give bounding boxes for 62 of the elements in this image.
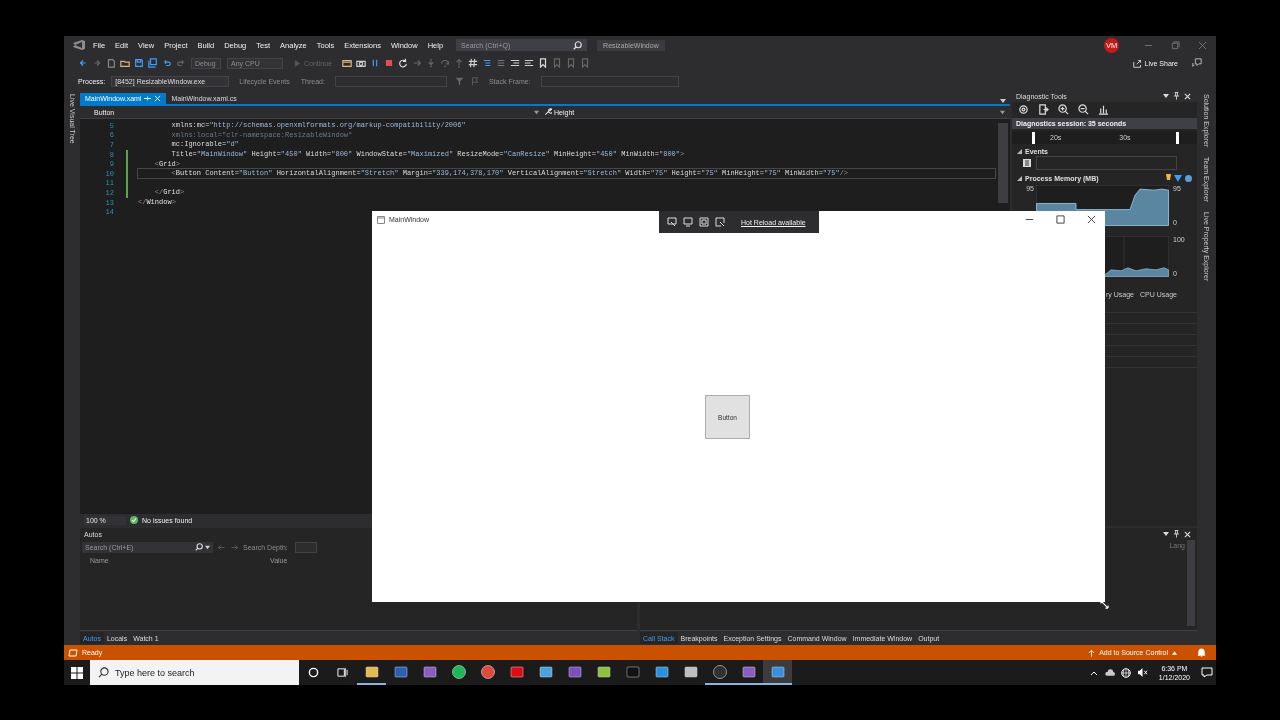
collapse-icon[interactable]	[1017, 149, 1022, 154]
pin-icon[interactable]	[1173, 530, 1180, 538]
cursor-icon[interactable]	[715, 217, 725, 227]
hash-icon[interactable]	[468, 58, 479, 68]
status-icon	[68, 648, 78, 657]
wrench-icon	[544, 108, 552, 116]
studio-logo-icon	[72, 39, 86, 51]
select-element-icon[interactable]	[667, 217, 677, 227]
caret-icon	[1172, 650, 1177, 655]
new-item-icon[interactable]	[106, 58, 116, 68]
close-icon[interactable]	[1087, 215, 1096, 224]
outdent-icon[interactable]	[524, 58, 535, 68]
save-icon[interactable]	[134, 58, 144, 68]
play-icon	[294, 59, 301, 67]
caret-icon[interactable]	[1163, 531, 1169, 537]
save-all-icon[interactable]	[148, 58, 158, 68]
undo-icon[interactable]	[162, 58, 172, 68]
filter-icon[interactable]	[454, 76, 464, 86]
indent-icon[interactable]	[510, 58, 521, 68]
windows-logo-icon[interactable]	[71, 666, 83, 679]
marker-icon	[1166, 174, 1171, 182]
restart-icon[interactable]	[398, 58, 409, 68]
settings-icon[interactable]	[1018, 103, 1029, 115]
collapse-icon[interactable]	[1017, 175, 1022, 181]
dot-icon	[1185, 174, 1192, 182]
check-circle-icon	[130, 516, 138, 524]
maximize-icon[interactable]	[1056, 215, 1065, 224]
search-icon	[195, 543, 203, 551]
speaker-muted-icon[interactable]	[1136, 668, 1148, 677]
chevron-up-icon[interactable]	[1089, 669, 1098, 676]
caret-icon[interactable]	[1163, 93, 1169, 99]
triangle-icon	[1174, 174, 1182, 182]
notifications-icon[interactable]	[1201, 667, 1213, 678]
list-icon[interactable]	[482, 58, 493, 68]
export-icon[interactable]	[1038, 103, 1049, 115]
caret-icon	[205, 544, 210, 550]
taskbar-search-field[interactable]: Type here to search	[90, 660, 299, 685]
upload-arrow-icon	[1088, 648, 1096, 657]
stop-icon[interactable]	[384, 58, 395, 68]
back-arrow-icon[interactable]	[78, 58, 88, 68]
notification-bell-icon[interactable]	[1197, 648, 1206, 657]
cloud-icon[interactable]	[1103, 668, 1115, 677]
caret-icon[interactable]	[534, 109, 539, 115]
display-icon[interactable]	[683, 217, 693, 227]
camera-icon[interactable]	[356, 58, 367, 68]
taskbar-app[interactable]	[763, 660, 792, 685]
globe-icon[interactable]	[1120, 667, 1131, 678]
feedback-icon[interactable]	[1192, 58, 1202, 68]
scrollbar[interactable]	[998, 123, 1008, 203]
search-icon	[98, 667, 109, 678]
circle-icon[interactable]	[308, 667, 319, 678]
zoom-in-icon[interactable]	[1058, 103, 1069, 115]
zoom-out-icon[interactable]	[1078, 103, 1089, 115]
pause-icon[interactable]	[1023, 159, 1031, 167]
scrollbar[interactable]	[1187, 540, 1195, 626]
search-icon	[573, 40, 583, 50]
bookmark-icon[interactable]	[538, 58, 549, 68]
chart-icon[interactable]	[1098, 103, 1109, 115]
frame-icon[interactable]	[699, 217, 709, 227]
task-view-icon[interactable]	[337, 667, 348, 678]
pin-icon[interactable]	[1173, 92, 1180, 100]
share-icon	[1132, 58, 1142, 68]
